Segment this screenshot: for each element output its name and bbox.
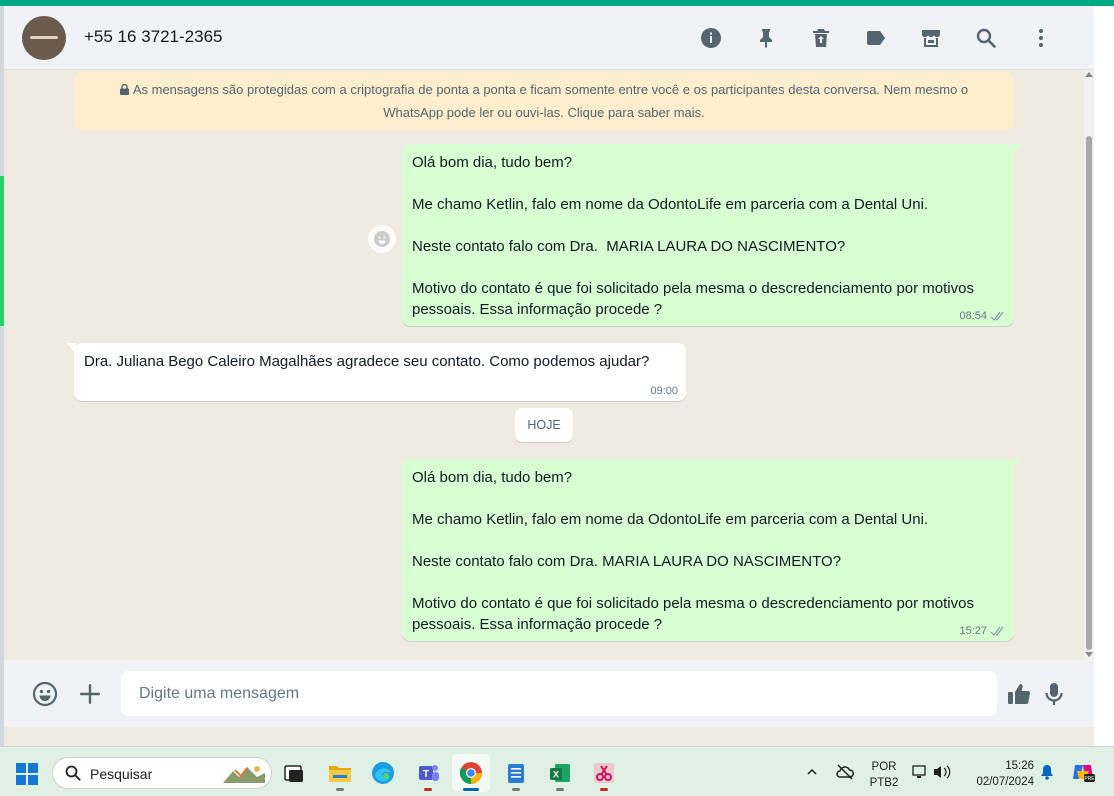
message-line: Motivo do contato é que foi solicitado p… <box>412 280 974 318</box>
taskbar-snipping-tool[interactable] <box>585 754 623 792</box>
message-line: Dra. Juliana Bego Caleiro Magalhães agra… <box>84 353 650 370</box>
store-icon[interactable] <box>903 22 958 54</box>
clock-time: 15:26 <box>1005 760 1034 772</box>
message-meta: 15:27 <box>959 625 1006 637</box>
search-highlight-art <box>223 766 265 783</box>
whatsapp-chat-window: +55 16 3721-2365 As mensagens são proteg… <box>4 6 1094 746</box>
message-incoming[interactable]: Dra. Juliana Bego Caleiro Magalhães agra… <box>66 343 686 401</box>
react-emoji-button[interactable] <box>368 225 396 253</box>
search-icon[interactable] <box>958 22 1013 54</box>
network-volume-icon[interactable] <box>912 764 952 780</box>
edge-icon <box>372 762 394 784</box>
scroll-down-arrow[interactable] <box>1085 652 1093 657</box>
notepad-icon <box>508 764 524 783</box>
right-window-edge <box>1094 6 1114 746</box>
folder-icon <box>329 766 351 782</box>
chat-header: +55 16 3721-2365 <box>4 6 1094 70</box>
scroll-up-arrow[interactable] <box>1085 72 1093 77</box>
svg-text:T: T <box>423 769 429 780</box>
input-language-indicator[interactable]: POR PTB2 <box>866 759 902 791</box>
date-divider: HOJE <box>515 408 573 442</box>
contact-avatar[interactable] <box>22 16 66 60</box>
task-view-icon <box>284 765 303 782</box>
taskbar-file-explorer[interactable] <box>321 754 359 792</box>
delete-icon[interactable] <box>793 22 848 54</box>
keyboard-layout: PTB2 <box>869 777 899 789</box>
excel-icon: X <box>550 764 570 782</box>
windows-start-icon[interactable] <box>16 763 38 785</box>
onedrive-offline-icon[interactable] <box>836 763 854 781</box>
show-hidden-icons-icon[interactable] <box>806 766 818 778</box>
message-line: Motivo do contato é que foi solicitado p… <box>412 595 974 633</box>
emoji-icon[interactable] <box>31 680 59 708</box>
message-list[interactable]: As mensagens são protegidas com a cripto… <box>4 70 1094 660</box>
message-line: Olá bom dia, tudo bem? <box>412 154 573 171</box>
message-meta: 09:00 <box>650 385 678 397</box>
chrome-icon <box>459 762 482 784</box>
taskbar-chrome[interactable] <box>452 754 490 792</box>
message-time: 09:00 <box>650 385 678 397</box>
taskbar-search[interactable]: Pesquisar <box>52 757 272 789</box>
chat-scrollbar[interactable] <box>1084 70 1094 660</box>
copilot-icon[interactable]: PRE <box>1071 761 1095 783</box>
message-meta: 08:54 <box>959 310 1006 322</box>
message-outgoing[interactable]: Olá bom dia, tudo bem? Me chamo Ketlin, … <box>402 144 1022 326</box>
clock-date: 02/07/2024 <box>976 776 1034 788</box>
microphone-icon[interactable] <box>1040 680 1068 708</box>
message-composer <box>4 660 1094 727</box>
message-time: 08:54 <box>959 310 987 322</box>
attach-plus-icon[interactable] <box>76 680 104 708</box>
message-line: Neste contato falo com Dra. MARIA LAURA … <box>412 553 842 570</box>
windows-taskbar: Pesquisar T X POR PTB2 15:26 02/07/2024 <box>0 746 1114 796</box>
double-check-icon <box>990 311 1004 321</box>
contact-name[interactable]: +55 16 3721-2365 <box>84 27 223 47</box>
taskbar-notepad[interactable] <box>497 754 535 792</box>
scroll-thumb[interactable] <box>1086 136 1092 650</box>
language-code: POR <box>871 761 897 773</box>
taskbar-search-label: Pesquisar <box>90 766 153 782</box>
header-actions <box>683 22 1068 54</box>
taskbar-task-view[interactable] <box>275 754 313 792</box>
message-line: Neste contato falo com Dra. MARIA LAURA … <box>412 238 846 255</box>
teams-icon: T <box>419 765 439 781</box>
notification-bell-icon[interactable] <box>1040 764 1054 780</box>
label-icon[interactable] <box>848 22 903 54</box>
message-input[interactable] <box>121 671 997 716</box>
thumbs-up-icon[interactable] <box>1005 680 1033 708</box>
taskbar-edge[interactable] <box>364 754 402 792</box>
double-check-icon <box>990 626 1004 636</box>
pin-icon[interactable] <box>738 22 793 54</box>
message-time: 15:27 <box>959 625 987 637</box>
message-line: Me chamo Ketlin, falo em nome da OdontoL… <box>412 196 929 213</box>
lock-icon <box>119 84 129 95</box>
encryption-notice-text: As mensagens são protegidas com a cripto… <box>132 82 969 120</box>
encryption-notice[interactable]: As mensagens são protegidas com a cripto… <box>74 72 1014 130</box>
snipping-tool-icon <box>594 763 614 783</box>
system-clock[interactable]: 15:26 02/07/2024 <box>966 758 1034 790</box>
menu-icon[interactable] <box>1013 22 1068 54</box>
info-icon[interactable] <box>683 22 738 54</box>
message-line: Olá bom dia, tudo bem? <box>412 469 573 486</box>
taskbar-excel[interactable]: X <box>541 754 579 792</box>
message-line: Me chamo Ketlin, falo em nome da OdontoL… <box>412 511 929 528</box>
svg-text:X: X <box>553 770 559 780</box>
message-outgoing[interactable]: Olá bom dia, tudo bem? Me chamo Ketlin, … <box>402 459 1022 641</box>
taskbar-teams[interactable]: T <box>409 754 447 792</box>
search-icon <box>65 765 81 781</box>
smiley-icon <box>374 231 390 247</box>
svg-text:PRE: PRE <box>1084 776 1095 782</box>
